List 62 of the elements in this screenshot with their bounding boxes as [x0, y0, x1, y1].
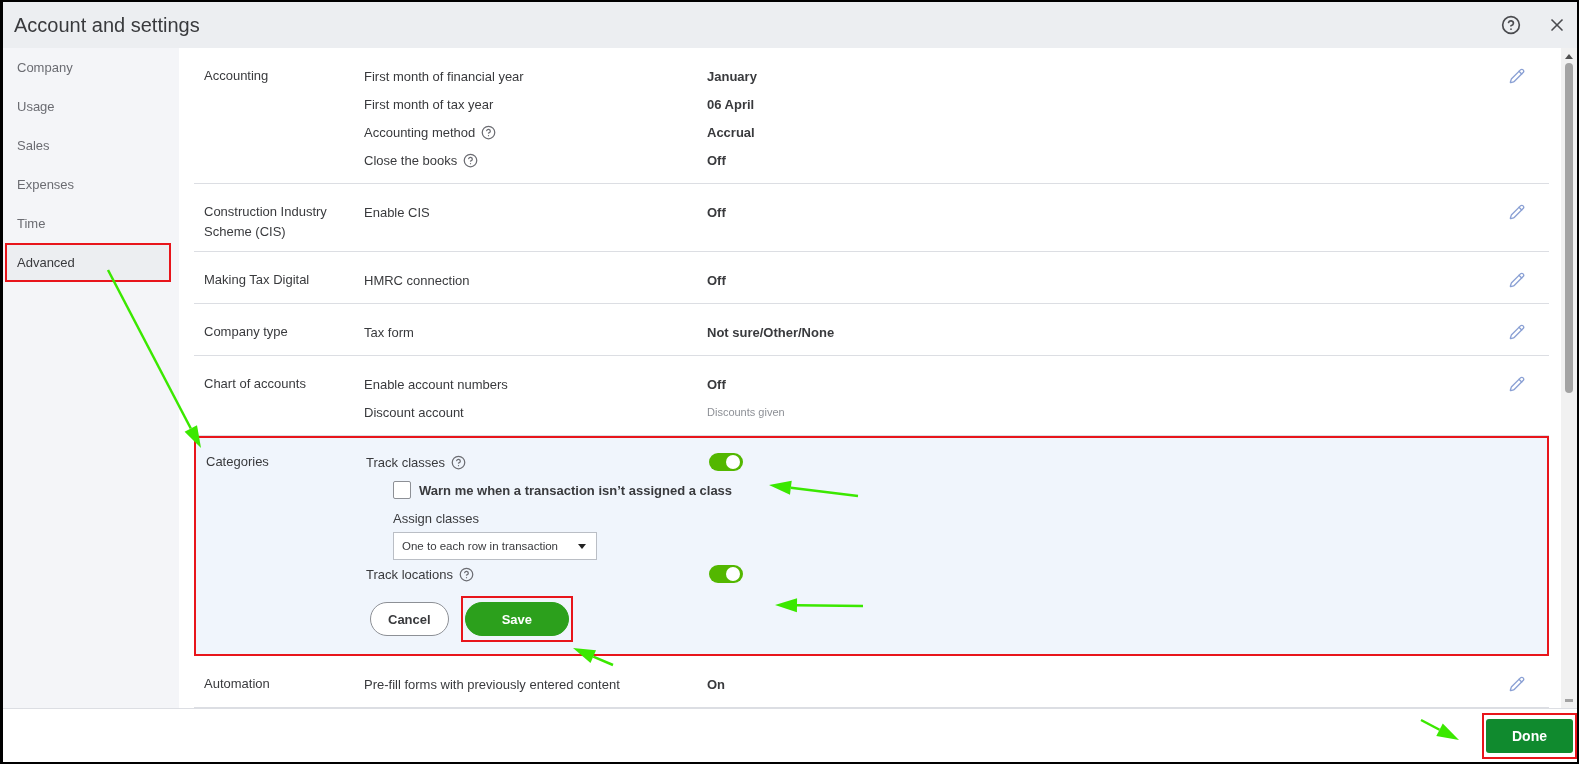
- window-title: Account and settings: [14, 13, 201, 37]
- scrollbar[interactable]: [1561, 48, 1577, 708]
- scrollbar-thumb[interactable]: [1565, 63, 1573, 393]
- sidebar-item[interactable]: Advanced: [5, 243, 171, 282]
- toggle-switch[interactable]: [709, 453, 743, 471]
- edit-pencil-icon[interactable]: [1509, 204, 1525, 220]
- field-label: Track classes: [366, 454, 445, 470]
- setting-label: Close the books: [364, 152, 458, 168]
- section-title: Chart of accounts: [203, 375, 307, 393]
- setting-label: HMRC connection: [364, 272, 470, 288]
- setting-value: Off: [707, 272, 727, 288]
- sidebar-item[interactable]: Expenses: [5, 165, 171, 204]
- section-title: Categories: [205, 453, 270, 471]
- section-title: Construction Industry Scheme (CIS): [203, 203, 328, 241]
- section-title: Making Tax Digital: [203, 271, 311, 289]
- setting-value: 06 April: [707, 96, 756, 112]
- help-icon[interactable]: [481, 124, 497, 140]
- help-icon[interactable]: [1501, 15, 1521, 35]
- field-label: Assign classes: [393, 510, 479, 526]
- setting-value: Not sure/Other/None: [707, 324, 836, 340]
- edit-pencil-icon[interactable]: [1509, 324, 1525, 340]
- help-icon[interactable]: [458, 566, 474, 582]
- dropdown-field[interactable]: One to each row in transaction: [393, 532, 597, 560]
- edit-pencil-icon[interactable]: [1509, 376, 1525, 392]
- help-icon[interactable]: [463, 152, 479, 168]
- setting-value: Off: [707, 376, 727, 392]
- setting-value: Off: [707, 204, 727, 220]
- setting-value: Off: [707, 152, 727, 168]
- setting-label: Discount account: [364, 404, 464, 420]
- checkbox-label: Warn me when a transaction isn’t assigned a class: [419, 482, 733, 498]
- arrow-annotation: [573, 648, 614, 667]
- cancel-button[interactable]: Cancel: [370, 602, 449, 636]
- setting-label: Enable CIS: [364, 204, 430, 220]
- setting-value: On: [707, 676, 727, 692]
- setting-value: January: [707, 68, 758, 84]
- setting-label: Enable account numbers: [364, 376, 508, 392]
- section-title: Automation: [203, 675, 271, 693]
- setting-label: First month of tax year: [364, 96, 494, 112]
- edit-pencil-icon[interactable]: [1509, 676, 1525, 692]
- help-icon[interactable]: [451, 454, 466, 470]
- sidebar-item[interactable]: Usage: [5, 87, 171, 126]
- edit-pencil-icon[interactable]: [1509, 272, 1525, 288]
- checkbox[interactable]: [393, 481, 411, 499]
- toggle-switch[interactable]: [709, 565, 743, 583]
- field-label: Track locations: [366, 566, 453, 582]
- sidebar-item[interactable]: Sales: [5, 126, 171, 165]
- section-title: Accounting: [203, 67, 270, 85]
- done-button[interactable]: Done: [1486, 718, 1573, 753]
- caret-icon: [578, 543, 586, 549]
- sidebar-item[interactable]: Company: [5, 48, 171, 87]
- setting-value: Discounts given: [707, 406, 786, 418]
- save-button[interactable]: Save: [464, 602, 569, 636]
- setting-label: First month of financial year: [364, 68, 524, 84]
- sidebar-item[interactable]: Time: [5, 204, 171, 243]
- scroll-up-icon[interactable]: [1565, 54, 1573, 59]
- edit-pencil-icon[interactable]: [1509, 68, 1525, 84]
- section-title: Company type: [203, 323, 289, 341]
- setting-label: Accounting method: [364, 124, 476, 140]
- setting-label: Pre-fill forms with previously entered content: [364, 676, 620, 692]
- arrow-annotation: [1420, 718, 1459, 740]
- setting-label: Tax form: [364, 324, 414, 340]
- setting-value: Accrual: [707, 124, 756, 140]
